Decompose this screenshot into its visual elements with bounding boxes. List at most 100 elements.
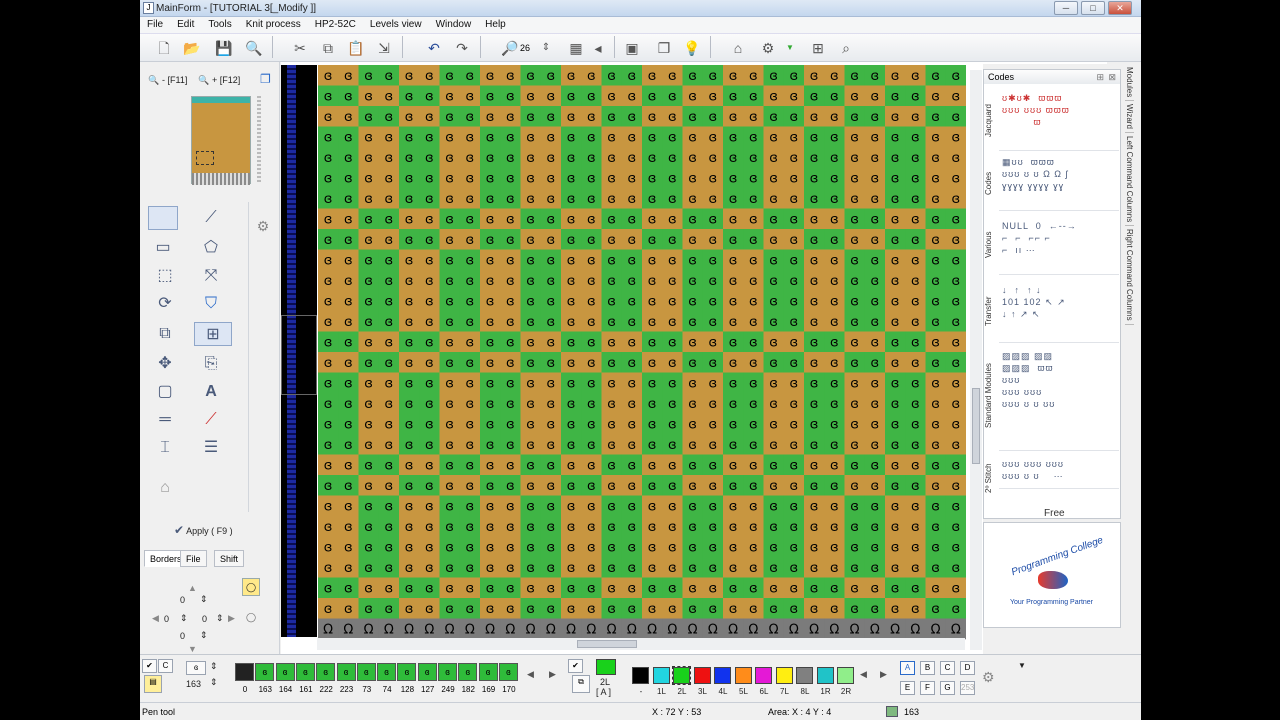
zoom-in-label[interactable]: + [F12] <box>212 75 240 85</box>
shift-down-icon[interactable]: ▼ <box>188 644 197 654</box>
shift-right-spinner-icon[interactable]: ⇕ <box>216 613 224 624</box>
zoom-out-icon[interactable]: 🔍 <box>148 75 159 86</box>
stitch-code-cell[interactable]: ɞ <box>356 663 376 681</box>
jacquard-codes[interactable]: ʊ✱ʊ✱ ϖϖϖ ʊʊʊ ʊʊʊ ϖϖϖ ϖ <box>1002 92 1118 128</box>
cut-icon[interactable]: ✂ <box>290 38 310 58</box>
zoom-out-label[interactable]: - [F11] <box>162 75 187 85</box>
eyedropper-icon[interactable]: ⟋ <box>196 408 226 432</box>
polygon-tool-icon[interactable]: ⬠ <box>196 236 226 260</box>
stitch-code-cell[interactable]: ɞ <box>498 663 518 681</box>
shift-right-icon[interactable]: ▶ <box>228 613 235 624</box>
copy-icon[interactable]: ⧉ <box>318 38 338 58</box>
letter-a-button[interactable]: A <box>900 661 915 675</box>
open-folder-icon[interactable]: 📂 <box>182 38 202 58</box>
side-tab-right-command-columns[interactable]: Right Command Columns <box>1125 226 1134 325</box>
color-swatch[interactable] <box>775 667 793 684</box>
codes-glyphs[interactable]: ▦ʊʊ ϖϖϖ ʊʊʊ ʊ ʊ Ω Ω ʃ ɣɣɣɣ ɣɣɣɣ ɣɣ <box>1002 156 1118 192</box>
dropdown-arrow-icon[interactable]: ▼ <box>780 38 800 58</box>
color-swatch[interactable] <box>796 667 813 684</box>
copy-block-icon[interactable]: ⧉ <box>150 322 180 346</box>
color-swatch[interactable] <box>672 666 691 685</box>
machine-icon[interactable]: ▣ <box>622 38 642 58</box>
shift-top-value[interactable]: 0 <box>180 595 185 605</box>
tab-file[interactable]: File <box>180 550 207 567</box>
lasso-yellow-icon[interactable]: ◯ <box>242 578 260 596</box>
palette-dropdown-icon[interactable]: ▼ <box>1018 661 1026 670</box>
vertical-scrollbar[interactable] <box>970 70 982 650</box>
color-swatch[interactable] <box>734 667 752 684</box>
tool-settings-gear-icon[interactable]: ⚙ <box>248 214 278 238</box>
shift-left-value[interactable]: 0 <box>164 614 169 624</box>
navigator-icon[interactable]: ❐ <box>260 72 271 86</box>
stitch-code-cell[interactable]: ɞ <box>336 663 356 681</box>
various-codes[interactable]: NULL 0 ←--→ ⌐ ⌐ ⌐⌐ ⌐ ⌐ ıı ⋯ <box>1002 220 1118 256</box>
yarn-counter[interactable]: 163 <box>186 679 201 689</box>
menu-hp2-52c[interactable]: HP2-52C <box>308 17 363 33</box>
paint-bucket-icon[interactable]: ⛉ <box>196 292 226 316</box>
side-tab-modules[interactable]: Modules <box>1125 64 1134 102</box>
color-check-toggle[interactable]: ✔ <box>568 659 583 673</box>
standard-modules[interactable]: ▨▨▨ ▨▨ ▨▨▨ ϖϖ ʊʊʊ ʊʊʊ ʊʊʊ ʊʊʊ ʊ ʊ ʊʊ <box>1002 350 1118 410</box>
transfer-codes[interactable]: ↓ ↑ ↑ ↓ 101 102 ↖ ↗ ↓ ↑ ↗ ↖ <box>1002 284 1118 320</box>
letter-e-button[interactable]: E <box>900 681 915 695</box>
selected-color-swatch[interactable] <box>596 659 616 675</box>
side-tab-left-command-columns[interactable]: Left Command Columns <box>1125 133 1134 227</box>
knit-process-icon[interactable]: ⌂ <box>728 38 748 58</box>
letter-f-button[interactable]: F <box>920 681 935 695</box>
fill-area-icon[interactable]: ⟳ <box>150 292 180 316</box>
repeat-pattern-icon[interactable]: ⊞ <box>194 322 232 346</box>
yarn-spinner-icon[interactable]: ⇕ <box>210 677 218 688</box>
stitch-code-cell[interactable]: ɞ <box>417 663 437 681</box>
apply-button[interactable]: ✔ Apply ( F9 ) <box>174 523 233 537</box>
color-swatch[interactable] <box>652 667 670 684</box>
overview-preview[interactable] <box>191 96 251 185</box>
arrow-icon[interactable]: ◂ <box>588 38 608 58</box>
yarn-mode-icon[interactable]: ▤ <box>144 675 162 693</box>
move-tool-icon[interactable]: ✥ <box>150 352 180 376</box>
menu-tools[interactable]: Tools <box>201 17 238 33</box>
letter-d-button[interactable]: D <box>960 661 975 675</box>
color-swatch[interactable] <box>837 667 854 684</box>
stitch-code-cell[interactable]: ɞ <box>295 663 315 681</box>
zoom-icon[interactable]: 🔎 <box>500 38 520 58</box>
stitch-code-cell[interactable]: ɞ <box>438 663 457 681</box>
tab-shift[interactable]: Shift <box>214 550 245 567</box>
menu-file[interactable]: File <box>140 17 170 33</box>
letter-c-button[interactable]: C <box>940 661 955 675</box>
settings-gear-icon[interactable]: ⚙ <box>758 38 778 58</box>
zoom-value[interactable]: 26 <box>520 43 530 53</box>
rectangle-tool-icon[interactable]: ▭ <box>148 236 178 260</box>
layers-tool-icon[interactable]: ☰ <box>196 436 226 460</box>
new-file-icon[interactable]: 🗋 <box>154 38 174 58</box>
zoom-stepper-icon[interactable]: ⇕ <box>536 38 556 58</box>
menu-levels-view[interactable]: Levels view <box>363 17 429 33</box>
shift-top-spinner-icon[interactable]: ⇕ <box>200 594 208 605</box>
second-stitch-codes[interactable]: ʊʊʊ ʊʊʊ ʊʊʊ ʊʊʊ ʊ ʊ ⋯ <box>1002 458 1118 482</box>
stitch-code-cell[interactable]: ɞ <box>316 663 336 681</box>
undo-icon[interactable]: ↶ <box>424 38 444 58</box>
shift-left-spinner-icon[interactable]: ⇕ <box>180 613 188 624</box>
palette-right-icon[interactable]: ▶ <box>880 669 887 680</box>
palette-left-icon[interactable]: ◀ <box>860 669 867 680</box>
bulb-icon[interactable]: 💡 <box>682 38 702 58</box>
close-button[interactable]: ✕ <box>1108 1 1132 15</box>
color-swatch[interactable] <box>816 667 834 684</box>
letter-g-button[interactable]: G <box>940 681 955 695</box>
color-swatch[interactable] <box>632 667 649 684</box>
stitch-grid[interactable]: ɞ ɞ ɞ ɞ ɞ ɞ ɞ ɞ ɞ ɞ ɞ ɞ ɞ ɞ ɞ ɞ ɞ ɞ ɞ ɞ ɞ ɞ ɞ ɞ ɞ ɞ ɞ ɞ ɞ ɞ ɞ ɞɞ ɞ ɞ ɞ ɞ ɞ ɞ ɞ… <box>318 65 966 640</box>
palette-settings-gear-icon[interactable]: ⚙ <box>982 669 995 686</box>
lasso-tool-icon[interactable]: ⤧ <box>196 264 226 288</box>
check-toggle[interactable]: ✔ <box>142 659 157 673</box>
paste-special-icon[interactable]: ⇲ <box>374 38 394 58</box>
module-icon[interactable]: ⊞ <box>808 38 828 58</box>
shift-bottom-spinner-icon[interactable]: ⇕ <box>200 630 208 641</box>
color-swatch[interactable] <box>693 667 711 684</box>
minimize-button[interactable]: ─ <box>1054 1 1078 15</box>
lasso-icon[interactable]: ◯ <box>246 612 256 623</box>
garment-icon[interactable]: ⌂ <box>150 476 180 500</box>
menu-window[interactable]: Window <box>429 17 479 33</box>
shift-left-icon[interactable]: ◀ <box>152 613 159 624</box>
menu-help[interactable]: Help <box>478 17 513 33</box>
color-mode-icon[interactable]: ⧉ <box>572 675 590 693</box>
color-swatch[interactable] <box>714 667 731 684</box>
